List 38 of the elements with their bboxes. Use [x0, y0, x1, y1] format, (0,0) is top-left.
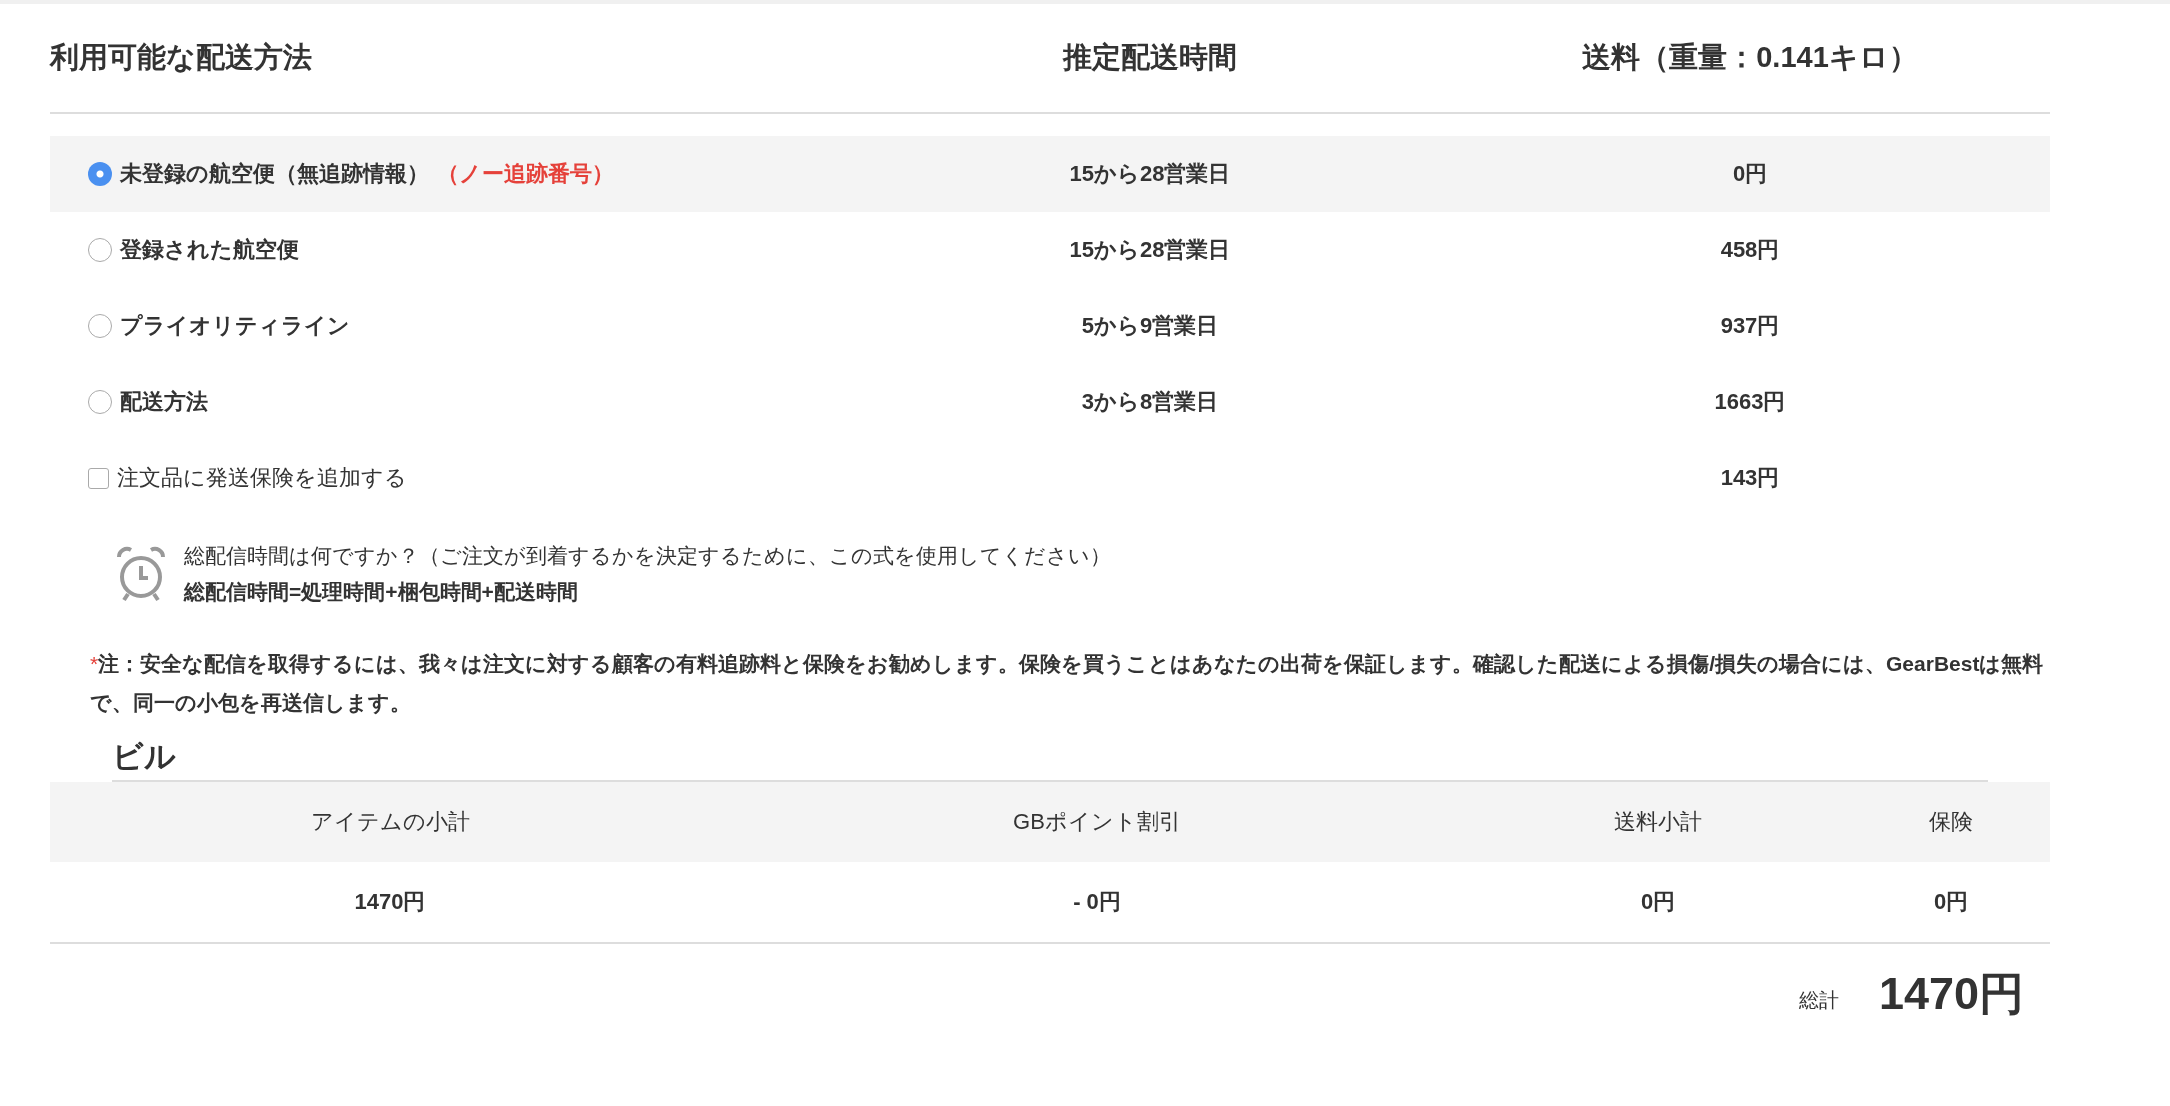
method-name: 未登録の航空便（無追跡情報） [120, 160, 429, 188]
column-header: 推定配送時間 [1061, 40, 1238, 75]
radio-button[interactable] [88, 162, 112, 186]
total-amount: 1470円 [1878, 967, 2024, 1021]
column-header: 利用可能な配送方法 [50, 40, 313, 75]
warning-paragraph: *注：安全な配信を取得するには、我々は注文に対する顧客の有料追跡料と保険をお勧めします。保険を買うことはあなたの出荷を保証します。確認した配送による損傷/損失の場合には、GearBestは無料で、同一の小包を再送信します。 [90, 651, 2045, 716]
tracking-note: （ノー追跡番号） [437, 160, 614, 188]
method-name: 登録された航空便 [120, 236, 299, 264]
radio-button[interactable] [88, 390, 112, 414]
table-cell-text: 0円 [1932, 888, 1970, 916]
total-label: 総計 [1798, 987, 1839, 1013]
column-header: 保険 [1928, 808, 1974, 836]
method-name: 配送方法 [120, 388, 208, 416]
column-header: アイテムの小計 [309, 808, 471, 836]
note-question: 総配信時間は何ですか？（ご注文が到着するかを決定するために、この式を使用してください） [184, 543, 1111, 569]
shipping-cost: 0円 [1731, 160, 1769, 188]
column-header: GBポイント割引 [1012, 808, 1182, 836]
radio-button[interactable] [88, 238, 112, 262]
shipping-cost: 458円 [1719, 236, 1781, 264]
shipping-cost: 1663円 [1713, 388, 1787, 416]
radio-button[interactable] [88, 314, 112, 338]
table-cell-text: - 0円 [1072, 888, 1122, 916]
insurance-label: 注文品に発送保険を追加する [117, 464, 407, 492]
method-name: プライオリティライン [120, 312, 350, 340]
table-cell-text: 1470円 [353, 888, 427, 916]
delivery-time: 15から28営業日 [1068, 160, 1232, 188]
delivery-time: 15から28営業日 [1068, 236, 1232, 264]
alarm-clock-icon [116, 545, 166, 603]
column-header: 送料小計 [1613, 808, 1703, 836]
delivery-time: 3から8営業日 [1080, 388, 1220, 416]
column-header: 送料（重量：0.141キロ） [1581, 40, 1919, 75]
note-formula: 総配信時間=処理時間+梱包時間+配送時間 [184, 579, 579, 605]
table-cell-text: 0円 [1639, 888, 1677, 916]
checkbox[interactable] [88, 467, 109, 489]
delivery-time: 5から9営業日 [1080, 312, 1220, 340]
insurance-cost: 143円 [1719, 464, 1781, 492]
bill-title: ビル [112, 738, 177, 776]
shipping-cost: 937円 [1719, 312, 1781, 340]
